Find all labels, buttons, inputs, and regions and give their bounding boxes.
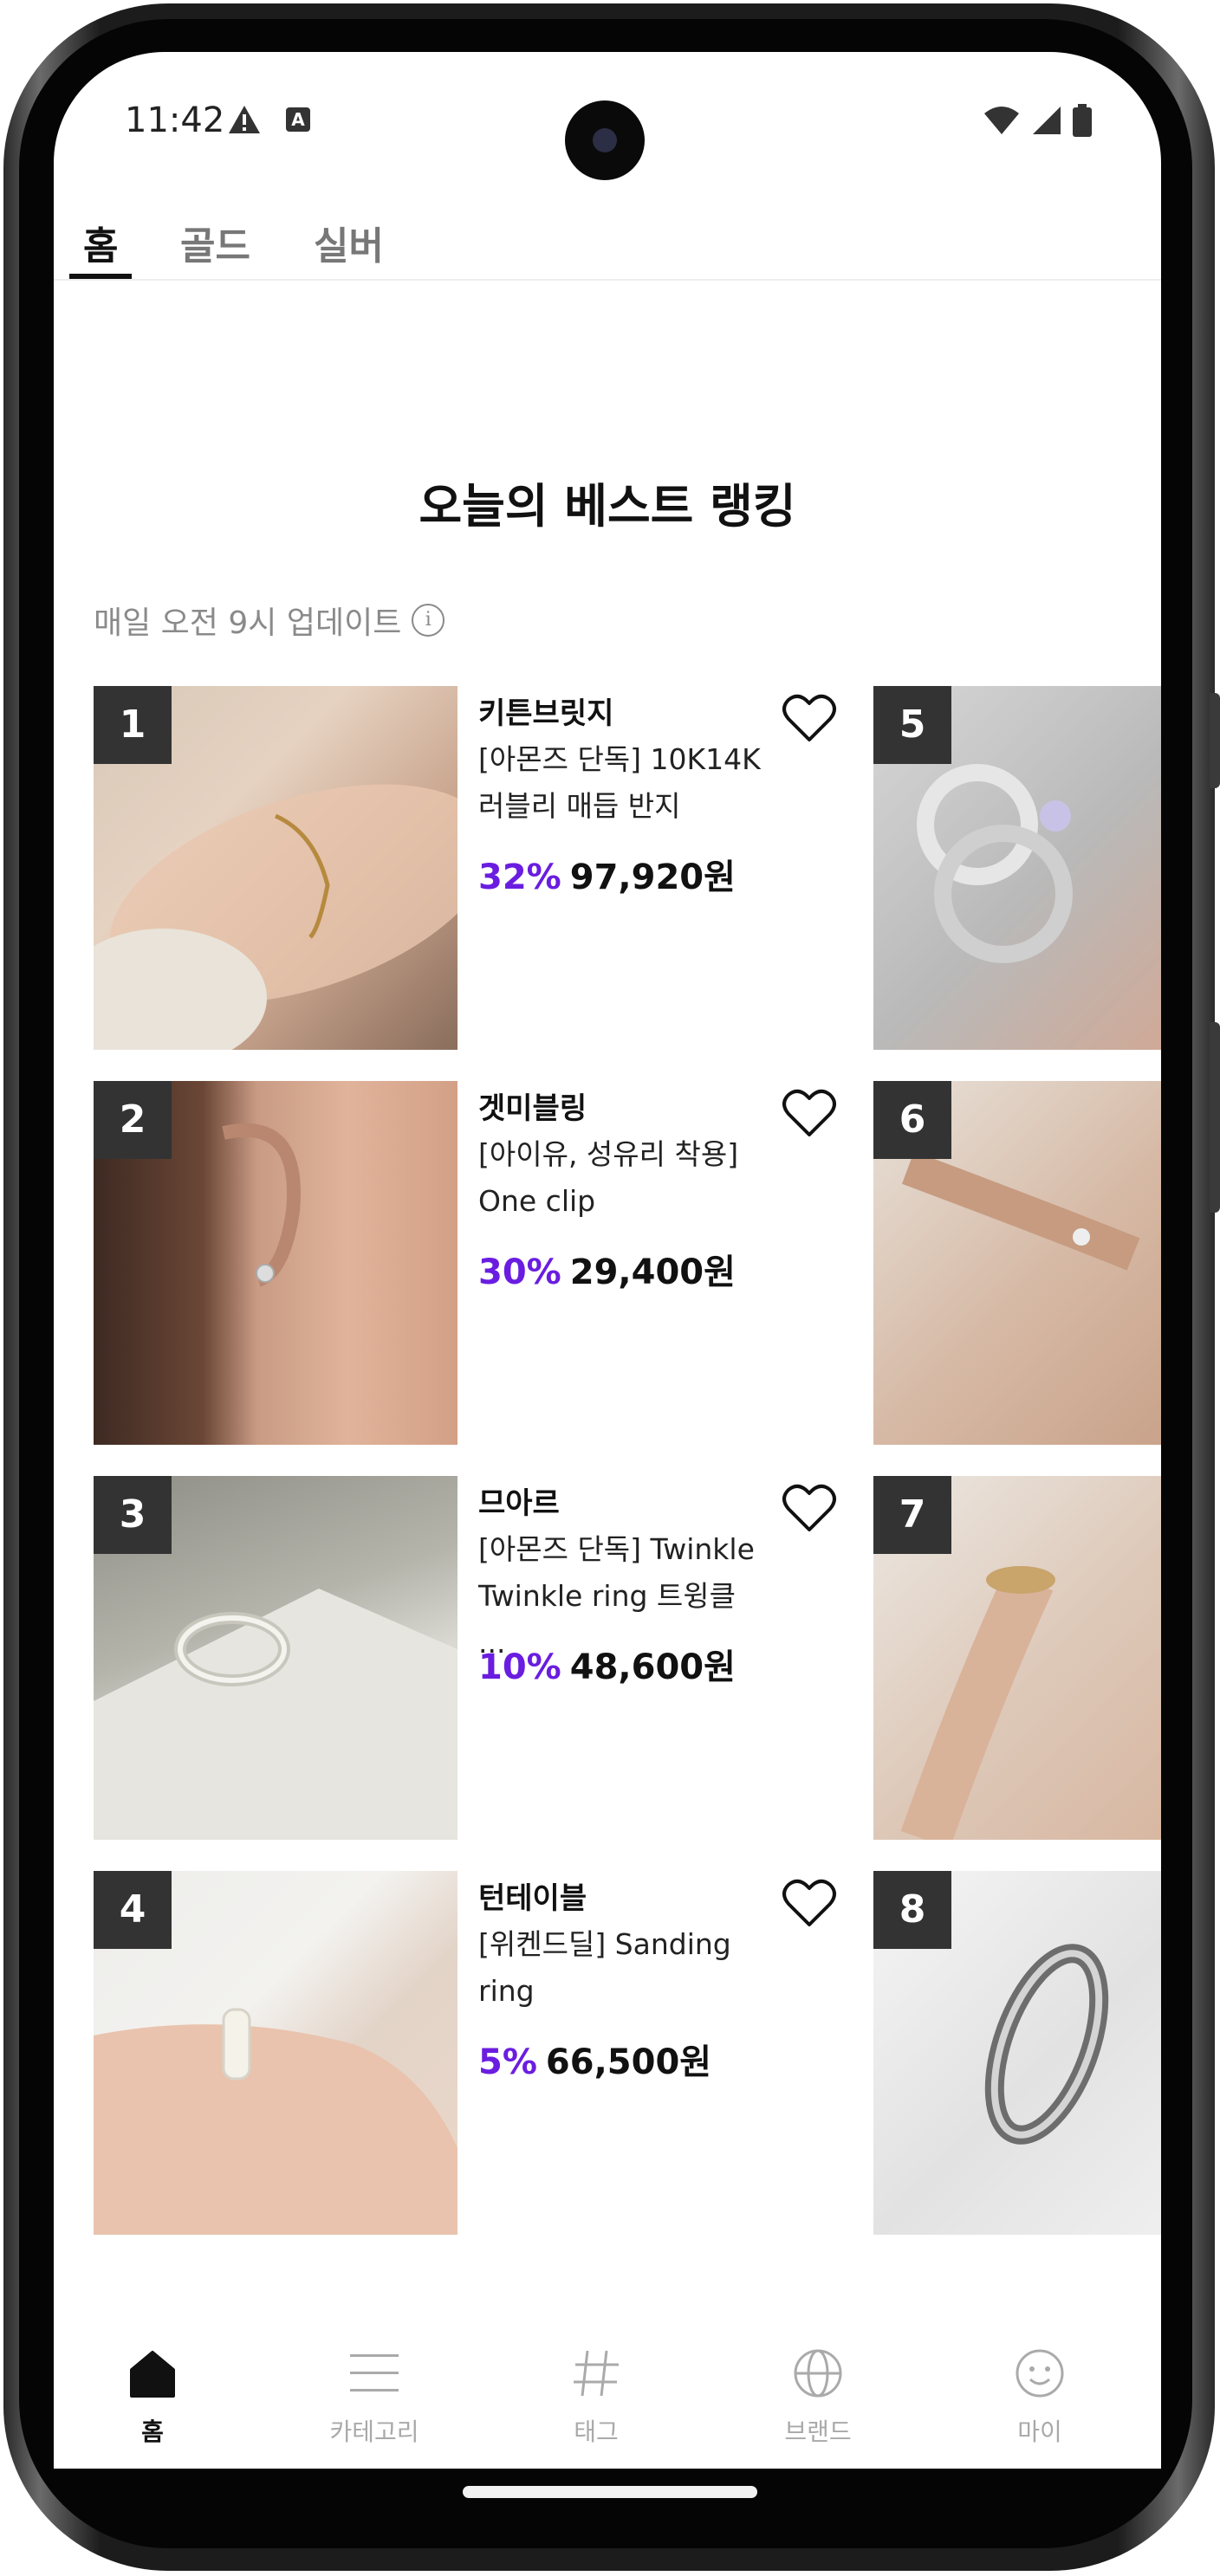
info-icon[interactable]: i <box>412 604 445 637</box>
status-time: 11:42 <box>125 100 225 140</box>
power-button <box>1210 1022 1220 1213</box>
product-brand[interactable]: 겟미블링 <box>478 1084 587 1127</box>
price-row: 30% 29,400원 <box>478 1244 736 1294</box>
product-image[interactable]: 2 <box>94 1081 458 1445</box>
nav-category[interactable]: 카테고리 <box>305 2339 444 2448</box>
rank-badge: 8 <box>873 1871 951 1949</box>
status-icons <box>983 104 1092 137</box>
discount-rate: 10% <box>478 1647 561 1687</box>
discount-rate: 32% <box>478 858 561 897</box>
product-brand[interactable]: 므아르 <box>478 1479 560 1522</box>
menu-icon <box>305 2339 444 2408</box>
globe-icon <box>749 2339 887 2408</box>
front-camera <box>565 100 645 180</box>
rank-badge: 2 <box>94 1081 172 1159</box>
nav-home[interactable]: 홈 <box>83 2339 222 2448</box>
home-indicator[interactable] <box>463 2486 757 2498</box>
warning-icon <box>227 104 262 139</box>
category-tabs: 홈 골드 실버 <box>54 199 1161 281</box>
signal-icon <box>1033 107 1061 134</box>
nav-label: 홈 <box>141 2417 164 2446</box>
discount-rate: 30% <box>478 1252 561 1292</box>
product-name[interactable]: [위켄드딜] Sanding ring <box>478 1921 764 2015</box>
heart-icon[interactable] <box>782 691 837 743</box>
nav-tag[interactable]: 태그 <box>527 2339 665 2448</box>
heart-icon[interactable] <box>782 1086 837 1138</box>
product-image[interactable]: 4 <box>94 1871 458 2235</box>
wifi-icon <box>984 107 1019 134</box>
smiley-icon <box>970 2339 1109 2408</box>
product-image[interactable]: 7 <box>873 1476 1161 1840</box>
heart-icon[interactable] <box>782 1876 837 1928</box>
price-row: 10% 48,600원 <box>478 1639 736 1689</box>
product-name-line: [아몬즈 단독] Twinkle <box>478 1532 755 1566</box>
nav-brand[interactable]: 브랜드 <box>749 2339 887 2448</box>
heart-icon[interactable] <box>782 1481 837 1533</box>
tab-gold[interactable]: 골드 <box>180 215 250 270</box>
product-name-line: [아몬즈 단독] 10K14K <box>478 742 761 776</box>
section-title: 오늘의 베스트 랭킹 <box>419 479 796 534</box>
hashtag-icon <box>527 2339 665 2408</box>
auto-text-icon: A <box>286 107 310 132</box>
product-image[interactable]: 6 <box>873 1081 1161 1445</box>
rank-badge: 5 <box>873 686 951 764</box>
product-name-line: One clip <box>478 1184 596 1218</box>
product-image[interactable]: 3 <box>94 1476 458 1840</box>
volume-button <box>1210 693 1220 788</box>
price-row: 5% 66,500원 <box>478 2034 711 2084</box>
price: 97,920원 <box>569 858 736 897</box>
price: 29,400원 <box>569 1252 736 1292</box>
screen: 11:42 A 홈 골드 실버 오늘의 베스트 랭킹 매일 오전 9시 업데이트… <box>54 52 1161 2469</box>
rank-badge: 7 <box>873 1476 951 1554</box>
price: 66,500원 <box>545 2042 712 2082</box>
rank-badge: 3 <box>94 1476 172 1554</box>
product-name[interactable]: [아이유, 성유리 착용] One clip <box>478 1131 764 1225</box>
nav-label: 브랜드 <box>784 2417 852 2446</box>
discount-rate: 5% <box>478 2042 537 2082</box>
tab-silver[interactable]: 실버 <box>314 215 384 270</box>
product-name[interactable]: [아몬즈 단독] 10K14K 러블리 매듭 반지 <box>478 736 764 830</box>
product-image[interactable]: 5 <box>873 686 1161 1050</box>
active-tab-indicator <box>69 274 132 279</box>
nav-label: 태그 <box>574 2417 619 2446</box>
rank-badge: 4 <box>94 1871 172 1949</box>
nav-label: 카테고리 <box>329 2417 419 2446</box>
nav-label: 마이 <box>1017 2417 1062 2446</box>
product-name-line: ring <box>478 1974 535 2008</box>
product-name-line: [아이유, 성유리 착용] <box>478 1137 739 1171</box>
product-brand[interactable]: 키튼브릿지 <box>478 689 613 732</box>
home-icon <box>83 2339 222 2408</box>
rank-badge: 1 <box>94 686 172 764</box>
update-notice: 매일 오전 9시 업데이트 i <box>94 598 445 643</box>
price: 48,600원 <box>569 1647 736 1687</box>
product-name-line: [위켄드딜] Sanding <box>478 1927 731 1961</box>
product-name-line: 러블리 매듭 반지 <box>478 789 681 823</box>
product-brand[interactable]: 턴테이블 <box>478 1874 587 1917</box>
product-image[interactable]: 8 <box>873 1871 1161 2235</box>
update-notice-text: 매일 오전 9시 업데이트 <box>94 605 402 641</box>
battery-icon <box>1073 104 1092 137</box>
tab-home[interactable]: 홈 <box>83 215 118 270</box>
price-row: 32% 97,920원 <box>478 849 736 899</box>
rank-badge: 6 <box>873 1081 951 1159</box>
product-image[interactable]: 1 <box>94 686 458 1050</box>
nav-my[interactable]: 마이 <box>970 2339 1109 2448</box>
bottom-navigation: 홈 카테고리 태그 브랜드 마이 <box>54 2304 1161 2469</box>
